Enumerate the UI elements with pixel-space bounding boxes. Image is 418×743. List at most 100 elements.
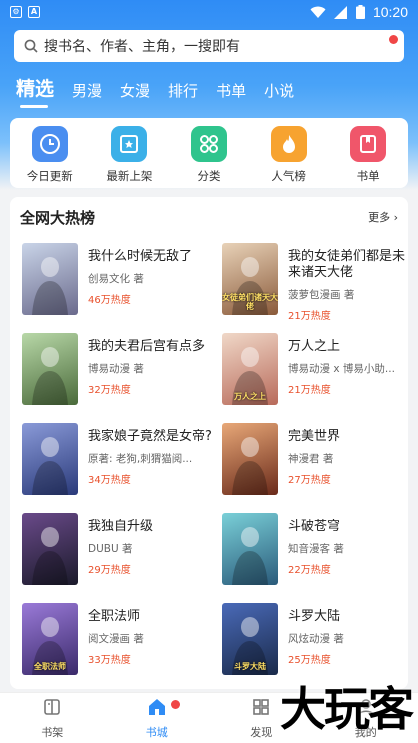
category-shortcuts: 今日更新 最新上架 分类 人气榜 书单 [10,118,408,188]
book-item[interactable]: 完美世界 神漫君 著 27万热度 [222,423,412,499]
watermark: 大玩客 [280,682,414,736]
grid-icon [190,126,227,162]
cover-title-art: 全职法师 [34,662,66,671]
discover-icon [251,697,271,721]
battery-icon [355,5,365,19]
book-cover [22,333,78,405]
category-4[interactable]: 书单 [333,126,403,184]
book-heat: 27万热度 [288,475,331,486]
home-icon [147,697,167,721]
book-item[interactable]: 万人之上 万人之上 博易动漫 x 博易小助... 21万热度 [222,333,412,409]
book-item[interactable]: 女徒弟们诸天大佬 我的女徒弟们都是未来诸天大佬 菠萝包漫画 著 21万热度 [222,243,412,322]
book-heat: 21万热度 [288,311,331,322]
tab-5[interactable]: 小说 [264,80,294,101]
book-info: 斗破苍穹知音漫客 著 22万热度 [288,519,412,576]
nav-label: 书架 [41,725,64,739]
book-heat: 22万热度 [288,565,331,576]
book-item[interactable]: 我什么时候无敌了 创易文化 著 46万热度 [22,243,212,319]
book-item[interactable]: 斗罗大陆 斗罗大陆 风炫动漫 著 25万热度 [222,603,412,679]
book-info: 斗罗大陆风炫动漫 著 25万热度 [288,609,412,666]
book-author: DUBU 著 [88,543,133,555]
book-item[interactable]: 我的夫君后宫有点多 博易动漫 著 32万热度 [22,333,212,409]
book-author: 神漫君 著 [288,453,334,465]
book-info: 全职法师 阅文漫画 著 33万热度 [88,609,212,666]
book-cover: 斗罗大陆 [222,603,278,675]
search-placeholder: 搜书名、作者、主角，一搜即有 [44,39,240,55]
book-info: 我的夫君后宫有点多 博易动漫 著 32万热度 [88,339,212,396]
search-input[interactable]: 搜书名、作者、主角，一搜即有 [14,30,404,62]
bookshelf-icon [42,697,62,721]
book-title: 斗破苍穹 [288,519,341,534]
nav-label: 书城 [145,725,168,739]
book-heat: 25万热度 [288,655,331,666]
book-author: 博易动漫 著 [88,363,144,375]
book-heat: 34万热度 [88,475,131,486]
nav-label: 发现 [250,725,273,739]
book-item[interactable]: 我独自升级 DUBU 著 29万热度 [22,513,212,589]
book-heat: 32万热度 [88,385,131,396]
category-0[interactable]: 今日更新 [15,126,85,184]
book-title: 我独自升级 [88,519,154,534]
category-label: 今日更新 [26,169,73,183]
book-cover: 女徒弟们诸天大佬 [222,243,278,315]
book-cover [22,243,78,315]
category-label: 最新上架 [106,169,153,183]
notification-dot [389,35,398,44]
book-author: 博易动漫 x 博易小助... [288,363,395,375]
app-status-icon: A [28,6,40,18]
nav-item-0[interactable]: 书架 [0,693,105,743]
clock-icon [31,126,68,162]
book-item[interactable]: 我家娘子竟然是女帝? 原著: 老狗,刺猬猫阅... 34万热度 [22,423,212,499]
book-title: 万人之上 [288,339,341,354]
section-title: 全网大热榜 [20,208,96,227]
hot-ranking-card: 全网大热榜 更多 › 我什么时候无敌了 创易文化 著 46万热度 女徒弟们诸天大佬 我的… [10,197,408,689]
flame-icon [270,126,307,162]
book-heat: 21万热度 [288,385,331,396]
book-title: 斗罗大陆 [288,609,341,624]
new-shelf-icon [111,126,148,162]
tab-0[interactable]: 精选 [16,74,54,108]
signal-icon [333,5,347,19]
book-heat: 46万热度 [88,295,131,306]
category-label: 人气榜 [271,169,306,183]
book-title: 我家娘子竟然是女帝? [88,429,212,444]
book-info: 我的女徒弟们都是未来诸天大佬 菠萝包漫画 著 21万热度 [288,249,412,322]
book-heat: 33万热度 [88,655,131,666]
book-item[interactable]: 全职法师 全职法师 阅文漫画 著 33万热度 [22,603,212,679]
settings-status-icon: ⚙ [10,6,22,18]
status-time: 10:20 [372,4,408,20]
book-author: 知音漫客 著 [288,543,344,555]
book-author: 原著: 老狗,刺猬猫阅... [88,453,193,465]
wifi-icon [310,6,326,18]
tab-1[interactable]: 男漫 [72,80,102,101]
nav-item-1[interactable]: 书城 [105,693,210,743]
more-label: 更多 [368,211,391,224]
top-tabs: 精选 男漫 女漫 排行 书单 小说 [16,74,294,108]
book-cover: 万人之上 [222,333,278,405]
cover-title-art: 万人之上 [234,392,266,401]
more-link[interactable]: 更多 › [368,209,398,225]
category-1[interactable]: 最新上架 [94,126,164,184]
book-cover [22,513,78,585]
book-title: 我什么时候无敌了 [88,249,193,264]
tab-3[interactable]: 排行 [168,80,198,101]
book-heat: 29万热度 [88,565,131,576]
nav-badge-dot [170,700,180,709]
status-bar: ⚙ A 10:20 [0,0,418,24]
category-2[interactable]: 分类 [174,126,244,184]
book-cover [222,513,278,585]
book-info: 万人之上博易动漫 x 博易小助... 21万热度 [288,339,412,396]
cover-title-art: 斗罗大陆 [234,662,266,671]
tab-2[interactable]: 女漫 [120,80,150,101]
book-item[interactable]: 斗破苍穹知音漫客 著 22万热度 [222,513,412,589]
booklist-icon [350,126,387,162]
search-icon [24,39,38,53]
chevron-right-icon: › [390,211,398,224]
book-cover: 全职法师 [22,603,78,675]
book-info: 完美世界 神漫君 著 27万热度 [288,429,412,486]
book-author: 阅文漫画 著 [88,633,144,645]
tab-4[interactable]: 书单 [216,80,246,101]
book-author: 创易文化 著 [88,273,144,285]
category-3[interactable]: 人气榜 [254,126,324,184]
book-author: 风炫动漫 著 [288,633,344,645]
